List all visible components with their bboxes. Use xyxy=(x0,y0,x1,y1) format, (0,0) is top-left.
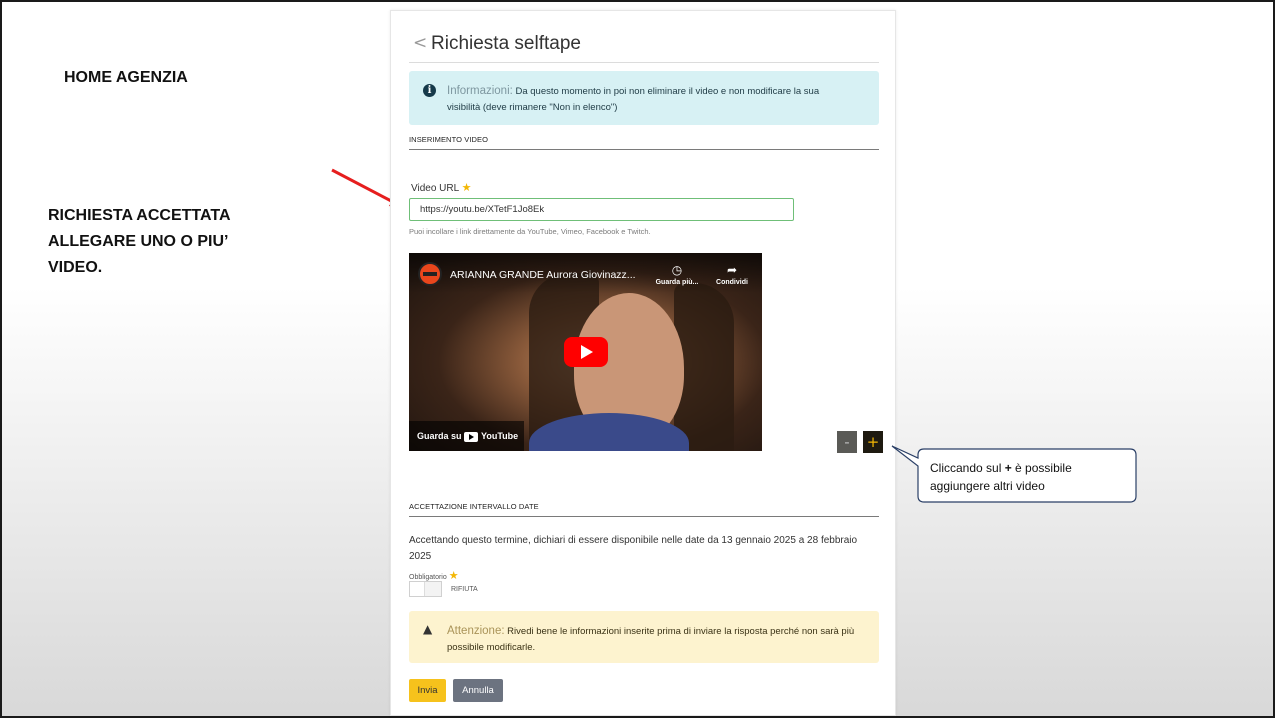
status-line-3: VIDEO. xyxy=(48,259,103,276)
selftape-request-panel: < Richiesta selftape i Informazioni: Da … xyxy=(390,10,896,716)
callout-plus-symbol: + xyxy=(1004,461,1012,475)
video-url-help: Puoi incollare i link direttamente da Yo… xyxy=(409,227,651,236)
info-prefix: Informazioni: xyxy=(447,85,513,97)
accept-dates-toggle[interactable] xyxy=(409,581,442,597)
toggle-state-label: RIFIUTA xyxy=(451,586,478,593)
add-video-button[interactable]: + xyxy=(863,431,883,453)
home-agenzia-heading: HOME AGENZIA xyxy=(64,69,188,86)
info-icon: i xyxy=(423,84,436,97)
watch-later-button[interactable]: ◷ Guarda più... xyxy=(652,263,702,286)
share-label: Condividi xyxy=(716,279,748,286)
watch-later-label: Guarda più... xyxy=(655,279,699,286)
toggle-knob xyxy=(410,582,425,596)
warning-prefix: Attenzione: xyxy=(447,625,505,637)
send-button[interactable]: Invia xyxy=(409,679,446,702)
callout-text: Cliccando sul + è possibile aggiungere a… xyxy=(930,459,1130,495)
page-title: Richiesta selftape xyxy=(431,33,581,54)
share-button[interactable]: ➦ Condividi xyxy=(707,263,757,286)
section-dates-title: ACCETTAZIONE INTERVALLO DATE xyxy=(409,502,879,517)
channel-logo-icon[interactable] xyxy=(418,262,442,286)
clock-icon: ◷ xyxy=(671,263,683,277)
required-star-icon: ★ xyxy=(448,570,459,582)
back-chevron-icon[interactable]: < xyxy=(413,33,427,53)
page-header: < Richiesta selftape xyxy=(409,33,879,63)
youtube-logo-icon xyxy=(464,432,478,442)
video-title[interactable]: ARIANNA GRANDE Aurora Giovinazz... xyxy=(450,269,636,281)
share-icon: ➦ xyxy=(726,263,738,277)
warning-triangle-icon: ▲ xyxy=(423,622,433,636)
play-button[interactable] xyxy=(564,337,608,367)
youtube-wordmark: YouTube xyxy=(481,431,519,441)
watch-on-label: Guarda su xyxy=(417,431,462,441)
date-acceptance-text: Accettando questo termine, dichiari di e… xyxy=(409,535,858,562)
watch-on-youtube-button[interactable]: Guarda su YouTube xyxy=(409,421,524,451)
section-video-title: INSERIMENTO VIDEO xyxy=(409,135,879,150)
video-url-input[interactable] xyxy=(409,198,794,221)
callout-text-start: Cliccando sul xyxy=(930,461,1005,475)
warning-alert: ▲ Attenzione: Rivedi bene le informazion… xyxy=(409,611,879,663)
status-line-2: ALLEGARE UNO O PIU’ xyxy=(48,233,229,250)
video-player[interactable]: ARIANNA GRANDE Aurora Giovinazz... ◷ Gua… xyxy=(409,253,762,451)
remove-video-button[interactable]: - xyxy=(837,431,857,453)
status-line-1: RICHIESTA ACCETTATA xyxy=(48,207,231,224)
required-label: Obbligatorio xyxy=(409,574,447,581)
required-star-icon: ★ xyxy=(461,182,472,194)
cancel-button[interactable]: Annulla xyxy=(453,679,503,702)
warning-message: Rivedi bene le informazioni inserite pri… xyxy=(447,626,855,653)
info-alert: i Informazioni: Da questo momento in poi… xyxy=(409,71,879,125)
video-url-label: Video URL xyxy=(411,183,459,194)
status-annotation: RICHIESTA ACCETTATA ALLEGARE UNO O PIU’ … xyxy=(48,203,318,281)
